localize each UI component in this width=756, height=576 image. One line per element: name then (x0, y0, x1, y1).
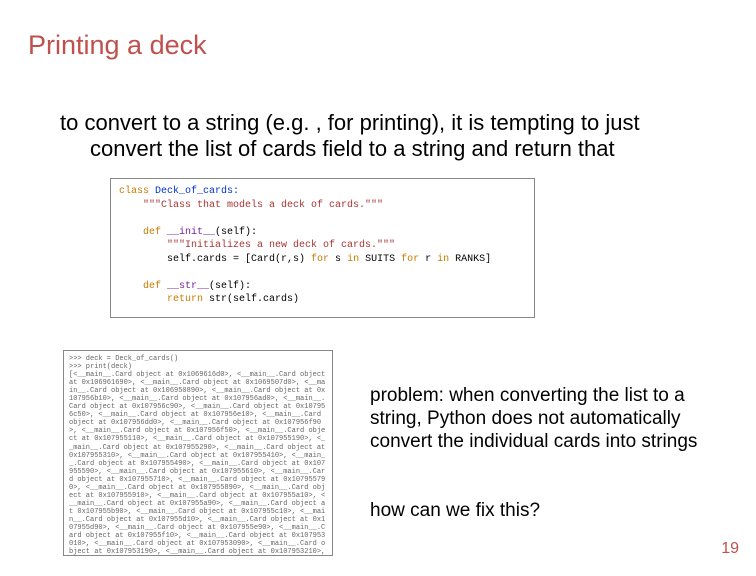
slide-title: Printing a deck (28, 30, 207, 61)
intro-text: to convert to a string (e.g. , for print… (60, 110, 700, 163)
kw-return: return (119, 294, 203, 305)
init-name: __init__ (161, 227, 215, 238)
class-name: Deck_of_cards: (149, 186, 239, 197)
problem-text: problem: when converting the list to a s… (370, 385, 705, 453)
kw-class: class (119, 186, 149, 197)
intro-line1: to convert to a string (e.g. , for print… (60, 110, 640, 135)
init-params: (self): (215, 227, 257, 238)
code-block-class: class Deck_of_cards: """Class that model… (110, 178, 535, 318)
kw-def2: def (119, 281, 161, 292)
suits: SUITS (359, 254, 401, 265)
ranks: RANKS] (449, 254, 491, 265)
return-expr: str(self.cards) (203, 294, 299, 305)
docstring1: """Class that models a deck of cards.""" (119, 200, 383, 211)
str-name: __str__ (161, 281, 209, 292)
kw-in2: in (437, 254, 449, 265)
kw-in1: in (347, 254, 359, 265)
docstring2: """Initializes a new deck of cards.""" (119, 240, 395, 251)
intro-line2: convert the list of cards field to a str… (60, 136, 615, 161)
question-text: how can we fix this? (370, 500, 705, 522)
assign-start: self.cards = [Card(r,s) (119, 254, 311, 265)
kw-for1: for (311, 254, 329, 265)
var-s: s (329, 254, 347, 265)
str-params: (self): (209, 281, 251, 292)
kw-def1: def (119, 227, 161, 238)
var-r: r (419, 254, 437, 265)
code-block-output: >>> deck = Deck_of_cards() >>> print(dec… (63, 350, 333, 556)
page-number: 19 (721, 540, 739, 558)
kw-for2: for (401, 254, 419, 265)
